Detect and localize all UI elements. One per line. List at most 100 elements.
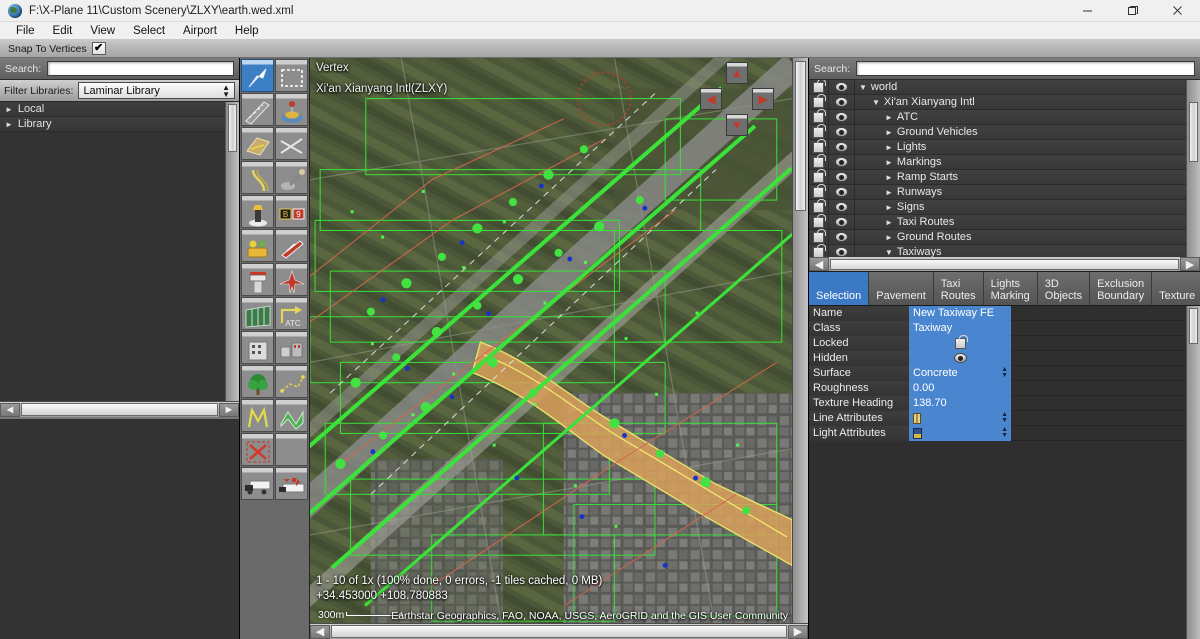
scroll-right-arrow-icon[interactable]: ► [219, 402, 239, 417]
scroll-left-arrow-icon[interactable]: ◄ [0, 402, 20, 417]
sealane-tool[interactable] [275, 127, 308, 160]
chevron-right-icon[interactable]: ► [885, 128, 893, 137]
chevron-right-icon[interactable]: ► [885, 233, 893, 242]
library-tree[interactable]: ► Local ► Library [0, 102, 239, 401]
pan-left-button[interactable]: ◀ [700, 88, 722, 110]
hierarchy-tree[interactable]: ▼ world ▼ Xi'an Xianyang Intl ► ATC ► Ground Ve… [809, 80, 1200, 272]
polygon-tool[interactable] [241, 399, 274, 432]
property-vertical-scrollbar[interactable] [1186, 306, 1200, 639]
helipad-tool[interactable] [275, 93, 308, 126]
hierarchy-tree-row[interactable]: ► Lights [809, 138, 1200, 155]
menu-view[interactable]: View [81, 22, 124, 40]
library-tree-item-library[interactable]: ► Library [0, 117, 239, 132]
hierarchy-horizontal-scrollbar[interactable]: ◀ ▶ [809, 257, 1200, 271]
menu-select[interactable]: Select [124, 22, 174, 40]
atc-flow-tool[interactable]: ATC [275, 297, 308, 330]
tab-texture[interactable]: Texture [1152, 272, 1200, 305]
hierarchy-tree-row[interactable]: ► Ramp Starts [809, 168, 1200, 185]
pan-right-button[interactable]: ▶ [752, 88, 774, 110]
scrollbar-thumb[interactable] [331, 625, 787, 638]
property-value-field[interactable]: New Taxiway FE [909, 306, 1011, 321]
hierarchy-tree-row[interactable]: ▼ world [809, 80, 1200, 95]
property-value-line-attributes[interactable]: ▲ ▼ [909, 410, 1011, 426]
visibility-toggle[interactable] [829, 200, 855, 214]
visibility-toggle[interactable] [829, 95, 855, 109]
minimize-button[interactable] [1065, 0, 1110, 22]
light-fixture-tool[interactable] [241, 195, 274, 228]
hierarchy-tree-label-cell[interactable]: ► Markings [855, 156, 1200, 168]
lock-toggle[interactable] [809, 108, 829, 124]
scroll-right-arrow-icon[interactable]: ▶ [1180, 257, 1200, 271]
menu-file[interactable]: File [7, 22, 44, 40]
lock-toggle[interactable] [809, 123, 829, 139]
chevron-down-icon[interactable]: ▼ [872, 98, 880, 107]
map-horizontal-scrollbar[interactable]: ◀ ▶ [310, 623, 808, 639]
library-search-input[interactable] [47, 61, 234, 76]
visibility-toggle[interactable] [829, 170, 855, 184]
visibility-toggle[interactable] [829, 185, 855, 199]
line-string-tool[interactable] [275, 365, 308, 398]
tab-selection[interactable]: Selection [809, 272, 870, 305]
map-vertical-scrollbar[interactable] [792, 58, 808, 623]
close-button[interactable] [1155, 0, 1200, 22]
chevron-right-icon[interactable]: ► [885, 188, 893, 197]
chevron-right-icon[interactable]: ► [885, 173, 893, 182]
tab-pavement[interactable]: Pavement [869, 272, 934, 305]
hierarchy-tree-label-cell[interactable]: ► Signs [855, 201, 1200, 213]
object-tool[interactable] [275, 331, 308, 364]
visibility-toggle[interactable] [829, 215, 855, 229]
property-value-locked[interactable] [909, 334, 1011, 351]
chevron-down-icon[interactable]: ▼ [885, 248, 893, 257]
ramp-start-tool[interactable] [241, 229, 274, 262]
lock-toggle[interactable] [809, 168, 829, 184]
scrollbar-thumb[interactable] [795, 61, 806, 211]
hierarchy-tree-label-cell[interactable]: ► Lights [855, 141, 1200, 153]
empty-tool[interactable] [275, 433, 308, 466]
property-tab-bar[interactable]: Selection Pavement Taxi Routes Lights Markin… [809, 272, 1200, 306]
hierarchy-tree-label-cell[interactable]: ► Taxi Routes [855, 216, 1200, 228]
tab-3d-objects[interactable]: 3D Objects [1037, 272, 1091, 305]
scrollbar-thumb[interactable] [1189, 102, 1198, 162]
library-horizontal-scrollbar[interactable]: ◄ ► [0, 401, 239, 417]
hierarchy-vertical-scrollbar[interactable] [1186, 80, 1200, 257]
forest-tool[interactable] [241, 365, 274, 398]
hierarchy-tree-label-cell[interactable]: ▼ world [855, 81, 1200, 93]
tab-taxi-routes[interactable]: Taxi Routes [933, 272, 984, 305]
hierarchy-tree-label-cell[interactable]: ► Ground Routes [855, 231, 1200, 243]
draped-polygon-tool[interactable] [275, 399, 308, 432]
building-tool[interactable] [241, 331, 274, 364]
snap-to-vertices-checkbox[interactable]: ✔ [91, 42, 106, 55]
menu-edit[interactable]: Edit [44, 22, 82, 40]
lock-toggle[interactable] [809, 80, 829, 94]
hierarchy-tree-label-cell[interactable]: ► Ramp Starts [855, 171, 1200, 183]
scrollbar-thumb[interactable] [1189, 308, 1198, 344]
visibility-toggle[interactable] [829, 140, 855, 154]
chevron-right-icon[interactable]: ► [885, 203, 893, 212]
filter-libraries-select[interactable]: Laminar Library ▲ ▼ [78, 82, 235, 99]
property-value-light-attributes[interactable]: ▲ ▼ [909, 425, 1011, 441]
map-pan-controls[interactable]: ▲ ◀ ▶ ▼ [698, 62, 776, 136]
lock-toggle[interactable] [809, 93, 829, 109]
tab-lights-marking[interactable]: Lights Marking [983, 272, 1038, 305]
scroll-right-arrow-icon[interactable]: ▶ [788, 624, 808, 639]
pan-up-button[interactable]: ▲ [726, 62, 748, 84]
hierarchy-search-input[interactable] [856, 61, 1195, 76]
tab-exclusion-boundary[interactable]: Exclusion Boundary [1090, 272, 1153, 305]
property-value-field[interactable]: 138.70 [909, 395, 1011, 411]
menu-airport[interactable]: Airport [174, 22, 226, 40]
lock-toggle[interactable] [809, 153, 829, 169]
chevron-right-icon[interactable]: ► [885, 218, 893, 227]
hierarchy-tree-row[interactable]: ► Ground Routes [809, 228, 1200, 245]
exclusion-zone-tool[interactable] [241, 433, 274, 466]
hierarchy-tree-row[interactable]: ► Markings [809, 153, 1200, 170]
sign-tool[interactable]: B9 [275, 195, 308, 228]
visibility-toggle[interactable] [829, 230, 855, 244]
property-value-field[interactable]: Taxiway [909, 320, 1011, 336]
marquee-select-tool[interactable] [275, 59, 308, 92]
windsock-tool[interactable] [275, 229, 308, 262]
runway-tool[interactable] [241, 93, 274, 126]
lock-toggle[interactable] [809, 138, 829, 154]
hierarchy-tree-label-cell[interactable]: ► Runways [855, 186, 1200, 198]
scrollbar-thumb[interactable] [21, 403, 218, 416]
arrow-select-tool[interactable] [241, 59, 274, 92]
